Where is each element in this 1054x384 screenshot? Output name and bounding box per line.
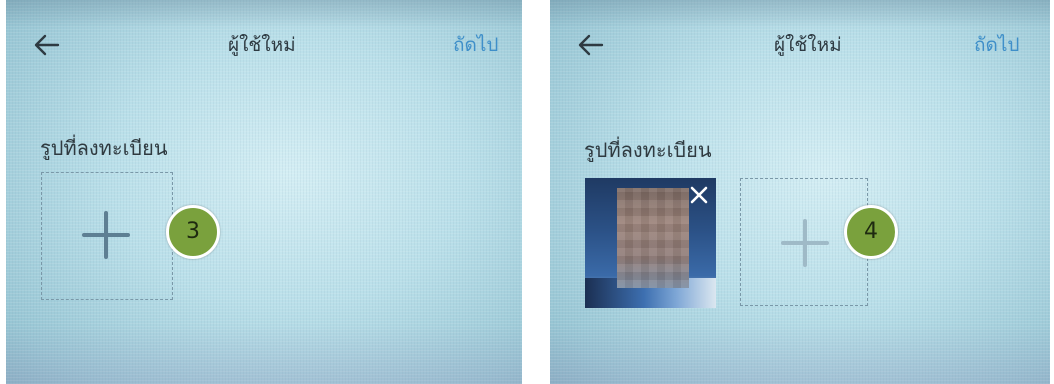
arrow-left-icon[interactable] bbox=[32, 30, 62, 60]
device-screen-step-3: ผู้ใช้ใหม่ ถัดไป รูปที่ลงทะเบียน 3 bbox=[6, 0, 522, 384]
registered-photo-thumbnail[interactable] bbox=[585, 178, 716, 308]
plus-icon bbox=[781, 219, 829, 267]
blurred-face bbox=[617, 188, 689, 288]
step-badge: 3 bbox=[166, 205, 220, 259]
add-photo-tile[interactable] bbox=[41, 172, 173, 300]
page-title: ผู้ใช้ใหม่ bbox=[774, 34, 842, 56]
page-title: ผู้ใช้ใหม่ bbox=[228, 34, 296, 56]
plus-icon bbox=[82, 211, 130, 259]
close-icon[interactable] bbox=[688, 184, 710, 206]
next-button[interactable]: ถัดไป bbox=[974, 30, 1019, 60]
arrow-left-icon[interactable] bbox=[576, 30, 606, 60]
registered-photos-label: รูปที่ลงทะเบียน bbox=[584, 138, 712, 162]
step-badge: 4 bbox=[844, 205, 898, 259]
next-button[interactable]: ถัดไป bbox=[453, 30, 498, 60]
device-screen-step-4: ผู้ใช้ใหม่ ถัดไป รูปที่ลงทะเบียน 4 bbox=[550, 0, 1050, 384]
registered-photos-label: รูปที่ลงทะเบียน bbox=[40, 136, 168, 160]
